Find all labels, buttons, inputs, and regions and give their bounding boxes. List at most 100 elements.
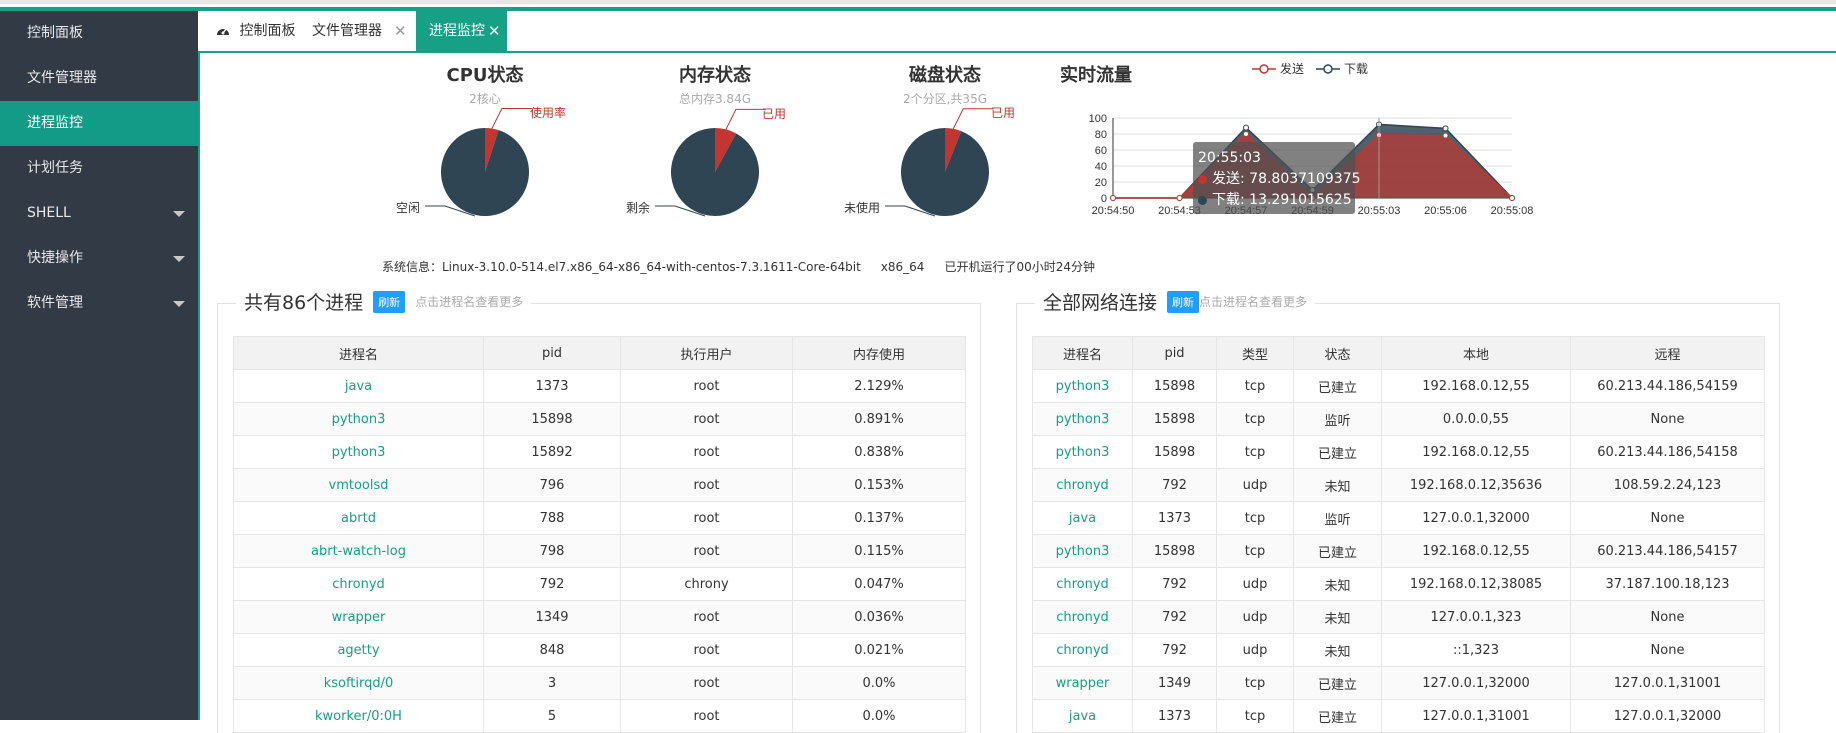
data-point[interactable] xyxy=(1176,195,1183,201)
process-name-link[interactable]: kworker/0:0H xyxy=(233,699,484,733)
table-row: java 1373 tcp 监听 127.0.0.1,32000 None xyxy=(1032,501,1765,535)
column-header[interactable]: 本地 xyxy=(1381,336,1571,370)
table-row: abrtd 788 root 0.137% xyxy=(233,501,966,535)
table-cell: root xyxy=(620,600,793,634)
column-header[interactable]: 进程名 xyxy=(233,336,484,370)
process-name-link[interactable]: chronyd xyxy=(1032,567,1133,601)
process-count-title: 共有86个进程 xyxy=(244,292,364,314)
table-cell: tcp xyxy=(1216,501,1294,535)
pie-charts xyxy=(425,108,994,217)
process-name-link[interactable]: python3 xyxy=(1032,534,1133,568)
table-cell: ::1,323 xyxy=(1381,633,1571,667)
pie-label-line xyxy=(725,108,766,130)
column-header[interactable]: 执行用户 xyxy=(620,336,793,370)
sidebar-item-label: 软件管理 xyxy=(27,295,83,311)
y-tick-label: 80 xyxy=(1095,129,1107,141)
table-cell: None xyxy=(1570,600,1765,634)
table-cell: 788 xyxy=(483,501,621,535)
process-name-link[interactable]: python3 xyxy=(233,402,484,436)
table-cell: None xyxy=(1570,402,1765,436)
data-point[interactable] xyxy=(1442,132,1449,139)
process-name-link[interactable]: python3 xyxy=(1032,435,1133,469)
send-dot-icon xyxy=(1198,174,1207,184)
table-row: chronyd 792 udp 未知 192.168.0.12,38085 37.187.… xyxy=(1032,567,1765,601)
table-cell: tcp xyxy=(1216,402,1294,436)
column-header[interactable]: pid xyxy=(483,336,621,370)
process-name-link[interactable]: ksoftirqd/0 xyxy=(233,666,484,700)
table-cell: root xyxy=(620,699,793,733)
tooltip-send-value: 发送: 78.8037109375 xyxy=(1212,171,1361,187)
table-row: python3 15898 tcp 已建立 192.168.0.12,55 60.213.… xyxy=(1032,534,1765,568)
table-row: ksoftirqd/0 3 root 0.0% xyxy=(233,666,966,700)
data-point[interactable] xyxy=(1442,125,1449,132)
data-point[interactable] xyxy=(1509,195,1515,201)
table-row: java 1373 root 2.129% xyxy=(233,369,966,403)
tooltip-send: 发送: 78.8037109375 xyxy=(1198,169,1361,190)
column-header[interactable]: 内存使用 xyxy=(792,336,966,370)
data-point[interactable] xyxy=(1243,124,1249,131)
refresh-button[interactable]: 刷新 xyxy=(1167,290,1200,313)
data-point[interactable] xyxy=(1110,195,1116,201)
process-name-link[interactable]: vmtoolsd xyxy=(233,468,484,502)
legend-send[interactable]: 发送 xyxy=(1252,60,1304,77)
process-name-link[interactable]: java xyxy=(1032,699,1133,733)
process-name-link[interactable]: chronyd xyxy=(1032,633,1133,667)
process-name-link[interactable]: python3 xyxy=(233,435,484,469)
x-tick-label: 20:55:08 xyxy=(1491,205,1534,217)
legend-download[interactable]: 下载 xyxy=(1316,60,1368,77)
sidebar-item-6[interactable]: 软件管理 xyxy=(0,281,198,326)
table-row: python3 15898 tcp 已建立 192.168.0.12,55 60.213.… xyxy=(1032,435,1765,469)
process-name-link[interactable]: chronyd xyxy=(233,567,484,601)
table-cell: 2.129% xyxy=(792,369,966,403)
process-name-link[interactable]: java xyxy=(1032,501,1133,535)
table-cell: 127.0.0.1,31001 xyxy=(1381,699,1571,733)
process-name-link[interactable]: wrapper xyxy=(233,600,484,634)
table-cell: 未知 xyxy=(1293,468,1382,502)
table-cell: 108.59.2.24,123 xyxy=(1570,468,1765,502)
column-header[interactable]: pid xyxy=(1132,336,1217,370)
process-name-link[interactable]: abrt-watch-log xyxy=(233,534,484,568)
table-row: chronyd 792 udp 未知 192.168.0.12,35636 108.59.… xyxy=(1032,468,1765,502)
chevron-down-icon xyxy=(173,256,185,262)
process-name-link[interactable]: python3 xyxy=(1032,402,1133,436)
pie-slice-剩余[interactable] xyxy=(671,128,759,216)
x-tick-label: 20:54:50 xyxy=(1092,205,1135,217)
y-tick-label: 100 xyxy=(1089,113,1107,125)
table-cell: 已建立 xyxy=(1293,435,1382,469)
table-cell: 0.891% xyxy=(792,402,966,436)
data-point[interactable] xyxy=(1243,131,1249,137)
process-name-link[interactable]: wrapper xyxy=(1032,666,1133,700)
cpu-used-label: 使用率 xyxy=(530,106,567,120)
table-cell: 127.0.0.1,32000 xyxy=(1570,699,1765,733)
tooltip-download: 下载: 13.291015625 xyxy=(1198,190,1352,211)
network-hint: 点击进程名查看更多 xyxy=(1199,295,1308,309)
refresh-button[interactable]: 刷新 xyxy=(373,290,406,313)
process-name-link[interactable]: python3 xyxy=(1032,369,1133,403)
table-cell: 监听 xyxy=(1293,501,1382,535)
table-cell: 未知 xyxy=(1293,633,1382,667)
table-cell: 848 xyxy=(483,633,621,667)
table-cell: 15892 xyxy=(483,435,621,469)
column-header[interactable]: 远程 xyxy=(1570,336,1765,370)
process-name-link[interactable]: abrtd xyxy=(233,501,484,535)
memory-free-label: 剩余 xyxy=(626,201,651,215)
column-header[interactable]: 状态 xyxy=(1293,336,1382,370)
sidebar-item-5[interactable]: 快捷操作 xyxy=(0,236,198,281)
table-cell: udp xyxy=(1216,633,1294,667)
process-name-link[interactable]: chronyd xyxy=(1032,468,1133,502)
column-header[interactable]: 进程名 xyxy=(1032,336,1133,370)
process-name-link[interactable]: chronyd xyxy=(1032,600,1133,634)
sysinfo-uptime: 已开机运行了00小时24分钟 xyxy=(944,260,1095,274)
table-cell: 15898 xyxy=(1132,435,1217,469)
pie-slice-未使用[interactable] xyxy=(901,128,989,216)
table-cell: 192.168.0.12,55 xyxy=(1381,435,1571,469)
table-cell: 15898 xyxy=(1132,369,1217,403)
table-cell: 监听 xyxy=(1293,402,1382,436)
process-name-link[interactable]: java xyxy=(233,369,484,403)
table-cell: 0.115% xyxy=(792,534,966,568)
table-row: agetty 848 root 0.021% xyxy=(233,633,966,667)
column-header[interactable]: 类型 xyxy=(1216,336,1294,370)
table-row: abrt-watch-log 798 root 0.115% xyxy=(233,534,966,568)
table-cell: 0.137% xyxy=(792,501,966,535)
process-name-link[interactable]: agetty xyxy=(233,633,484,667)
